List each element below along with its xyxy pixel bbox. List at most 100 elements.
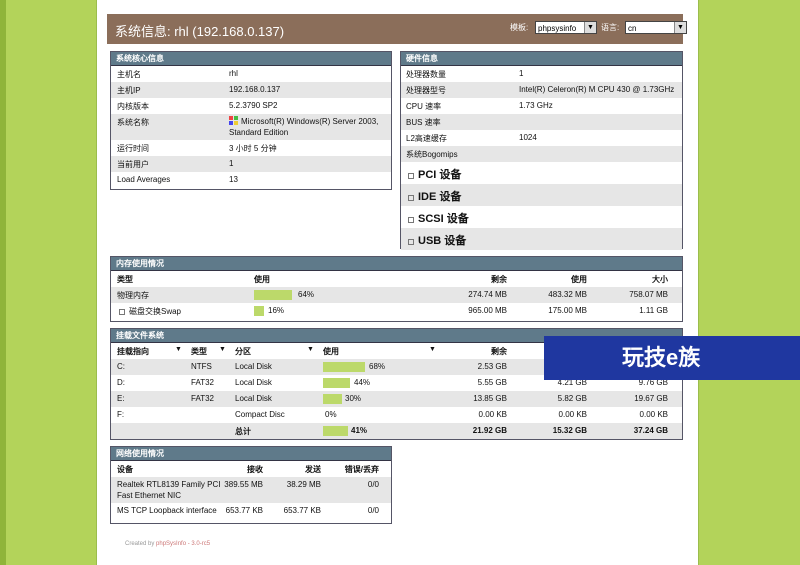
received-value: 653.77 KB [225,506,263,515]
page-header: 系统信息: rhl (192.168.0.137) 模板: phpsysinfo… [107,14,687,44]
vitals-title: 系统核心信息 [111,52,391,66]
mount-point: C: [117,362,125,371]
left-border [0,0,6,565]
network-device-line2: Fast Ethernet NIC [117,491,182,500]
sent-value: 653.77 KB [283,506,321,515]
row-label: L2高速缓存 [406,134,447,143]
pci-devices-toggle[interactable]: PCI 设备 [401,162,682,184]
row-value: 192.168.0.137 [229,85,281,94]
network-panel: 网络使用情况 设备 接收 发送 错误/丢弃 Realtek RTL8139 Fa… [110,446,392,524]
size-value: 758.07 MB [629,290,668,299]
usage-percent: 0% [325,410,337,419]
usage-percent: 68% [369,362,386,371]
used-value: 483.32 MB [548,290,587,299]
sort-header-free[interactable]: 剩余 [491,346,507,357]
table-row: 内核版本 5.2.3790 SP2 [111,98,391,114]
mount-point: E: [117,394,125,403]
memory-title: 内存使用情况 [111,257,682,271]
free-value: 21.92 GB [472,426,507,435]
table-row: E: FAT32 Local Disk 30% 13.85 GB 5.82 GB… [111,391,682,407]
memory-type: 磁盘交换Swap [129,307,182,316]
memory-panel: 内存使用情况 类型 使用 剩余 使用 大小 物理内存 64% 274.74 MB… [110,256,683,322]
mount-point: D: [117,378,125,387]
free-value: 5.55 GB [477,378,507,387]
device-label: IDE 设备 [418,191,462,203]
sort-header-mount[interactable]: 挂载指向 [117,346,149,357]
footer-prefix: Created by [125,541,155,547]
row-value: 1 [229,159,234,168]
row-label: 运行时间 [117,144,149,153]
device-label: USB 设备 [418,235,467,247]
expand-icon [408,194,414,201]
expand-icon [119,308,125,315]
row-value-line2: Standard Edition [229,128,289,137]
template-select[interactable]: phpsysinfo ▼ [535,21,597,34]
hardware-panel: 硬件信息 处理器数量 1 处理器型号 Intel(R) Celeron(R) M… [400,51,683,250]
footer-link[interactable]: phpSysInfo - 3.0-rc5 [156,541,210,547]
windows-logo-icon [229,116,238,127]
partition: Local Disk [235,362,272,371]
table-row[interactable]: 磁盘交换Swap 16% 965.00 MB 175.00 MB 1.11 GB [111,303,682,319]
language-label: 语言: [601,23,620,32]
row-value: 13 [229,175,238,184]
table-row: 物理内存 64% 274.74 MB 483.32 MB 758.07 MB [111,287,682,303]
table-row: 当前用户 1 [111,156,391,172]
table-row: 系统名称 Microsoft(R) Windows(R) Server 2003… [111,114,391,140]
usage-bar [254,290,293,300]
usage-bar [323,426,349,436]
column-header: 错误/丢弃 [344,465,379,474]
row-label: 系统Bogomips [406,150,458,159]
column-header: 大小 [652,275,668,284]
errors-value: 0/0 [367,480,379,489]
row-value: Microsoft(R) Windows(R) Server 2003, [241,117,379,126]
table-header-row: 设备 接收 发送 错误/丢弃 [111,461,391,477]
total-label: 总计 [235,427,251,436]
row-label: 处理器数量 [406,70,446,79]
sort-arrow-icon[interactable]: ▼ [219,346,226,353]
column-header: 剩余 [491,275,507,284]
network-device: MS TCP Loopback interface [117,506,217,515]
sort-header-usage[interactable]: 使用 [323,346,339,357]
row-label: 处理器型号 [406,86,446,95]
column-header: 使用 [571,275,587,284]
size-value: 19.67 GB [634,394,668,403]
usage-percent: 64% [298,290,315,299]
fs-type: FAT32 [191,378,214,387]
row-label: Load Averages [117,175,171,184]
used-value: 15.32 GB [552,426,587,435]
template-label: 模板: [510,23,529,32]
template-select-value: phpsysinfo [538,24,577,33]
hardware-title: 硬件信息 [401,52,682,66]
language-select-value: cn [628,24,637,33]
row-label: 内核版本 [117,102,149,111]
used-value: 5.82 GB [557,394,587,403]
sort-header-partition[interactable]: 分区 [235,346,251,357]
fs-type: FAT32 [191,394,214,403]
column-header: 设备 [117,465,133,474]
sort-arrow-icon[interactable]: ▼ [175,346,182,353]
ide-devices-toggle[interactable]: IDE 设备 [401,184,682,206]
fs-type: NTFS [191,362,212,371]
page-content: 系统信息: rhl (192.168.0.137) 模板: phpsysinfo… [96,0,699,565]
free-value: 0.00 KB [478,410,507,419]
table-row: 处理器型号 Intel(R) Celeron(R) M CPU 430 @ 1.… [401,82,682,98]
row-value: 1024 [519,133,537,142]
row-value: 3 小时 5 分钟 [229,144,277,153]
footer: Created by phpSysInfo - 3.0-rc5 [125,541,210,547]
sort-header-type[interactable]: 类型 [191,346,207,357]
memory-type: 物理内存 [117,291,149,300]
scsi-devices-toggle[interactable]: SCSI 设备 [401,206,682,228]
row-label: BUS 速率 [406,118,441,127]
row-label: 系统名称 [117,118,149,127]
row-value: 1 [519,69,524,78]
row-value: rhl [229,69,238,78]
sort-arrow-icon[interactable]: ▼ [307,346,314,353]
usage-percent: 30% [345,394,362,403]
usage-percent: 44% [354,378,371,387]
language-select[interactable]: cn ▼ [625,21,687,34]
row-label: 当前用户 [117,160,149,169]
sort-arrow-icon[interactable]: ▼ [429,346,436,353]
partition: Local Disk [235,394,272,403]
usb-devices-toggle[interactable]: USB 设备 [401,228,682,250]
row-label: 主机名 [117,70,141,79]
